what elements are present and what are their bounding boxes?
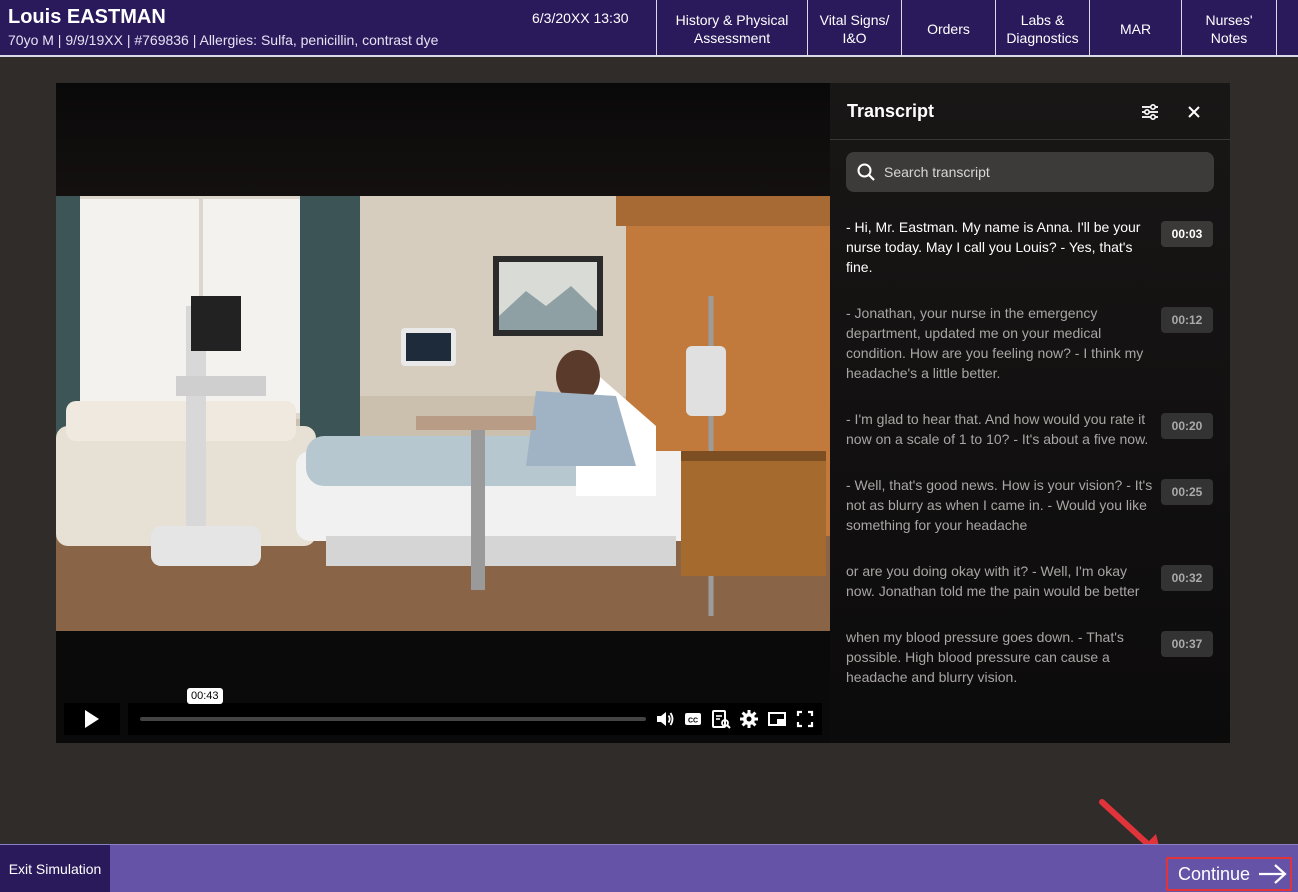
transcript-search xyxy=(846,152,1214,192)
progress-bar[interactable]: 00:43 CC xyxy=(128,688,822,735)
tab-vital-signs[interactable]: Vital Signs/ I&O xyxy=(807,0,901,57)
transcript-entry[interactable]: or are you doing okay with it? - Well, I… xyxy=(846,561,1216,607)
transcript-title: Transcript xyxy=(847,101,935,121)
transcript-text: - I'm glad to hear that. And how would y… xyxy=(846,411,1149,447)
tab-nurses-notes[interactable]: Nurses' Notes xyxy=(1181,0,1277,57)
fullscreen-icon[interactable] xyxy=(795,709,815,729)
sliders-icon[interactable] xyxy=(1139,101,1161,123)
timestamp-button[interactable]: 00:20 xyxy=(1161,413,1213,439)
search-icon xyxy=(857,163,875,181)
time-tooltip: 00:43 xyxy=(187,688,223,704)
transcript-entry[interactable]: - Hi, Mr. Eastman. My name is Anna. I'll… xyxy=(846,217,1216,283)
sim-datetime: 6/3/20XX 13:30 xyxy=(532,10,629,26)
video-letterbox xyxy=(56,83,830,196)
play-button[interactable] xyxy=(64,703,120,735)
video-controls: 00:43 CC xyxy=(64,688,822,735)
chart-nav: History & Physical Assessment Vital Sign… xyxy=(656,0,1277,57)
arrow-right-icon xyxy=(1259,864,1287,884)
transcript-text: - Well, that's good news. How is your vi… xyxy=(846,477,1153,533)
progress-track[interactable] xyxy=(140,717,646,721)
timestamp-button[interactable]: 00:25 xyxy=(1161,479,1213,505)
transcript-text: - Hi, Mr. Eastman. My name is Anna. I'll… xyxy=(846,219,1141,275)
svg-text:CC: CC xyxy=(688,718,698,725)
close-icon[interactable] xyxy=(1183,101,1205,123)
picture-in-picture-icon[interactable] xyxy=(767,709,787,729)
transcript-entry[interactable]: when my blood pressure goes down. - That… xyxy=(846,627,1216,693)
tab-orders[interactable]: Orders xyxy=(901,0,995,57)
timestamp-button[interactable]: 00:37 xyxy=(1161,631,1213,657)
volume-icon[interactable] xyxy=(655,709,675,729)
tab-mar[interactable]: MAR xyxy=(1089,0,1181,57)
video-frame[interactable] xyxy=(56,196,830,631)
timestamp-button[interactable]: 00:32 xyxy=(1161,565,1213,591)
transcript-entry[interactable]: - Well, that's good news. How is your vi… xyxy=(846,475,1216,541)
exit-simulation-button[interactable]: Exit Simulation xyxy=(0,845,110,892)
transcript-icon[interactable] xyxy=(711,709,731,729)
play-icon xyxy=(85,710,99,728)
transcript-text: when my blood pressure goes down. - That… xyxy=(846,629,1124,685)
hospital-room-scene xyxy=(56,196,830,631)
continue-button[interactable]: Continue xyxy=(1166,857,1292,891)
search-input[interactable] xyxy=(884,152,1204,192)
patient-name: Louis EASTMAN xyxy=(8,6,166,28)
timestamp-button[interactable]: 00:12 xyxy=(1161,307,1213,333)
transcript-header: Transcript xyxy=(830,83,1230,140)
patient-info: 70yo M | 9/9/19XX | #769836 | Allergies:… xyxy=(8,32,439,48)
timestamp-button[interactable]: 00:03 xyxy=(1161,221,1213,247)
settings-icon[interactable] xyxy=(739,709,759,729)
captions-icon[interactable]: CC xyxy=(683,709,703,729)
patient-header: Louis EASTMAN 70yo M | 9/9/19XX | #76983… xyxy=(0,0,1298,57)
footer-bar: Exit Simulation Continue xyxy=(0,844,1298,892)
tab-labs-diagnostics[interactable]: Labs & Diagnostics xyxy=(995,0,1089,57)
transcript-entry[interactable]: - I'm glad to hear that. And how would y… xyxy=(846,409,1216,455)
transcript-entry[interactable]: - Jonathan, your nurse in the emergency … xyxy=(846,303,1216,389)
transcript-panel: Transcript - Hi, Mr. Eastman. My xyxy=(830,83,1230,743)
tab-history-physical[interactable]: History & Physical Assessment xyxy=(656,0,807,57)
video-player: 00:43 CC Transcript Search transcript - … xyxy=(56,83,1230,743)
transcript-text: - Jonathan, your nurse in the emergency … xyxy=(846,305,1144,381)
transcript-text: or are you doing okay with it? - Well, I… xyxy=(846,563,1140,599)
continue-label: Continue xyxy=(1178,863,1251,884)
